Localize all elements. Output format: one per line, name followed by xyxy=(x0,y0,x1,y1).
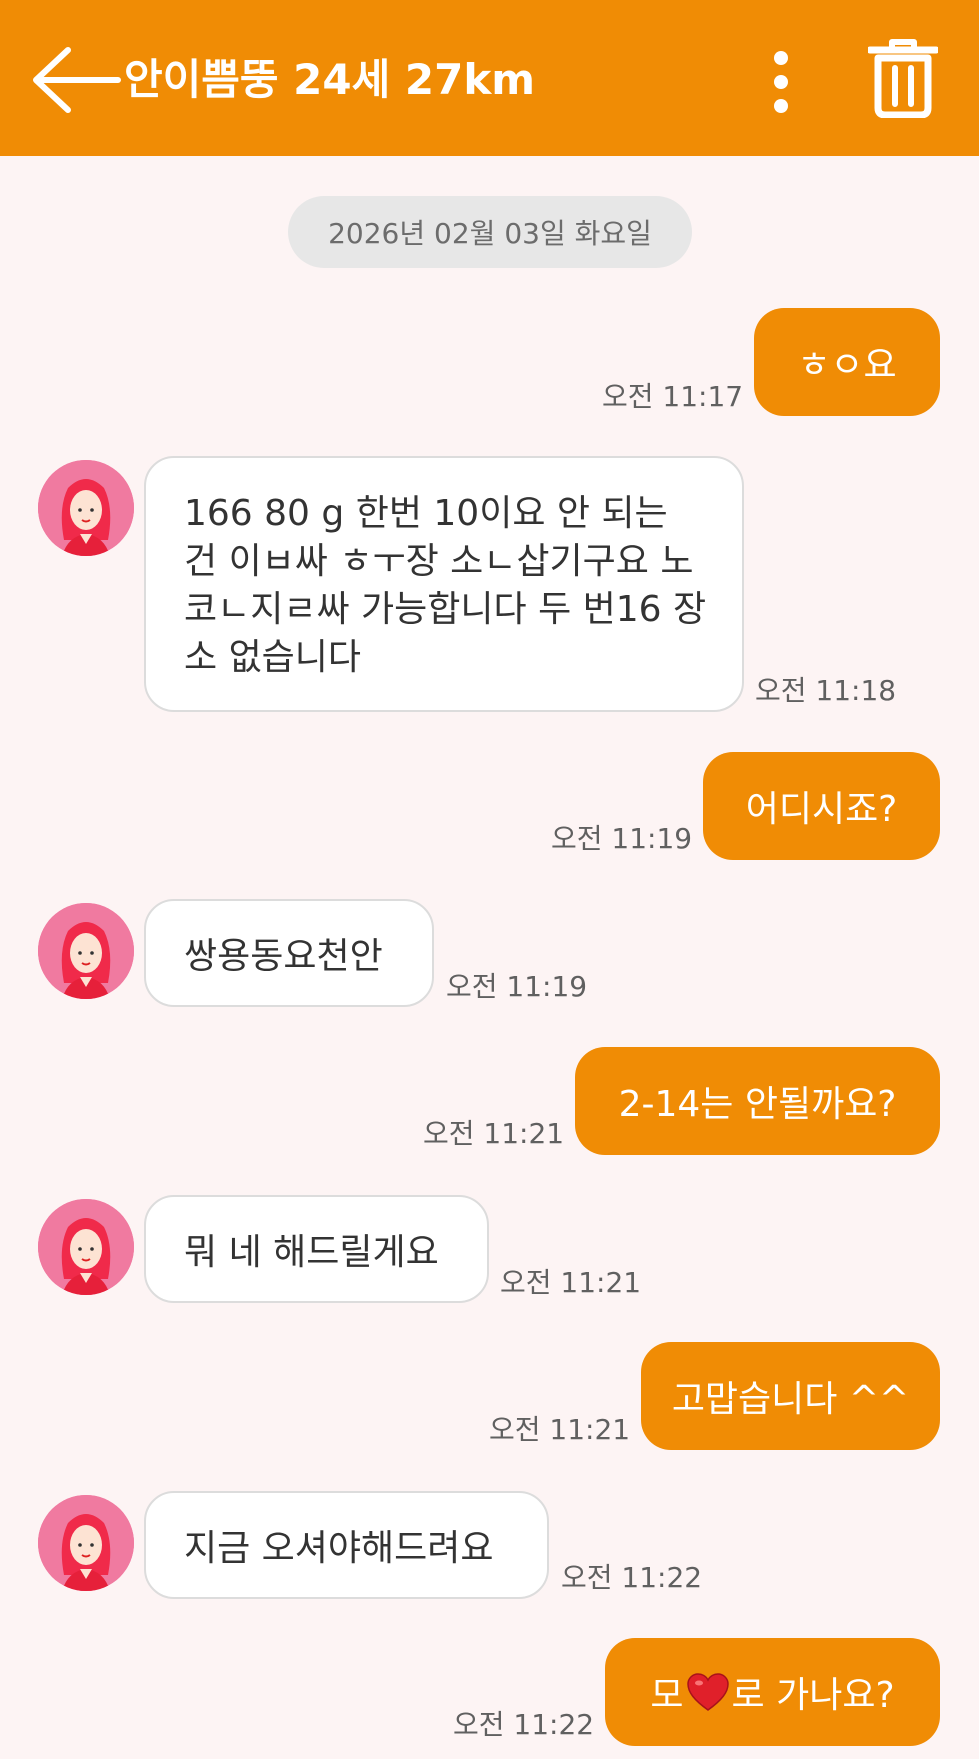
message-text-after: 로 가나요? xyxy=(731,1675,895,1716)
sent-message-bubble[interactable]: 모 로 가나요? xyxy=(605,1638,940,1746)
message-text: 쌍용동요천안 xyxy=(184,936,383,977)
avatar[interactable] xyxy=(38,903,134,999)
received-message-bubble[interactable]: 166 80 g 한번 10이요 안 되는 건 이ㅂ싸 ㅎㅜ장 소ㄴ삽기구요 노… xyxy=(144,456,744,712)
woman-avatar-icon xyxy=(38,1199,134,1295)
more-options-button[interactable] xyxy=(762,48,800,116)
avatar[interactable] xyxy=(38,460,134,556)
message-text: ㅎㅇ요 xyxy=(797,345,897,386)
heart-icon xyxy=(686,1672,730,1712)
message-time: 오전 11:19 xyxy=(551,822,693,855)
message-text-before: 모 xyxy=(650,1675,684,1716)
arrow-left-icon xyxy=(33,47,121,113)
message-time: 오전 11:17 xyxy=(602,380,744,413)
message-text: 어디시죠? xyxy=(745,789,898,830)
woman-avatar-icon xyxy=(38,903,134,999)
woman-avatar-icon xyxy=(38,460,134,556)
more-vertical-icon xyxy=(774,51,788,113)
message-time: 오전 11:19 xyxy=(446,970,588,1003)
top-bar: 안이쁨뚱 24세 27km xyxy=(0,0,979,156)
avatar[interactable] xyxy=(38,1199,134,1295)
message-time: 오전 11:21 xyxy=(500,1266,642,1299)
message-text: 고맙습니다 ^^ xyxy=(671,1379,910,1420)
message-text: 166 80 g 한번 10이요 안 되는 건 이ㅂ싸 ㅎㅜ장 소ㄴ삽기구요 노… xyxy=(184,493,707,678)
message-time: 오전 11:18 xyxy=(755,674,897,707)
woman-avatar-icon xyxy=(38,1495,134,1591)
message-time: 오전 11:21 xyxy=(489,1413,631,1446)
sent-message-bubble[interactable]: 어디시죠? xyxy=(703,752,940,860)
back-button[interactable] xyxy=(28,42,124,118)
message-time: 오전 11:21 xyxy=(423,1117,565,1150)
trash-icon xyxy=(866,39,940,119)
message-time: 오전 11:22 xyxy=(453,1708,595,1741)
message-text: 2-14는 안될까요? xyxy=(618,1084,897,1125)
message-time: 오전 11:22 xyxy=(561,1561,703,1594)
sent-message-bubble[interactable]: 2-14는 안될까요? xyxy=(575,1047,940,1155)
date-separator: 2026년 02월 03일 화요일 xyxy=(288,196,692,268)
message-text: 뭐 네 해드릴게요 xyxy=(184,1232,439,1273)
received-message-bubble[interactable]: 지금 오셔야해드려요 xyxy=(144,1491,549,1599)
chat-title: 안이쁨뚱 24세 27km xyxy=(124,55,536,104)
message-text: 지금 오셔야해드려요 xyxy=(184,1528,494,1569)
delete-chat-button[interactable] xyxy=(866,38,940,119)
received-message-bubble[interactable]: 뭐 네 해드릴게요 xyxy=(144,1195,489,1303)
avatar[interactable] xyxy=(38,1495,134,1591)
sent-message-bubble[interactable]: 고맙습니다 ^^ xyxy=(641,1342,940,1450)
sent-message-bubble[interactable]: ㅎㅇ요 xyxy=(754,308,940,416)
received-message-bubble[interactable]: 쌍용동요천안 xyxy=(144,899,434,1007)
